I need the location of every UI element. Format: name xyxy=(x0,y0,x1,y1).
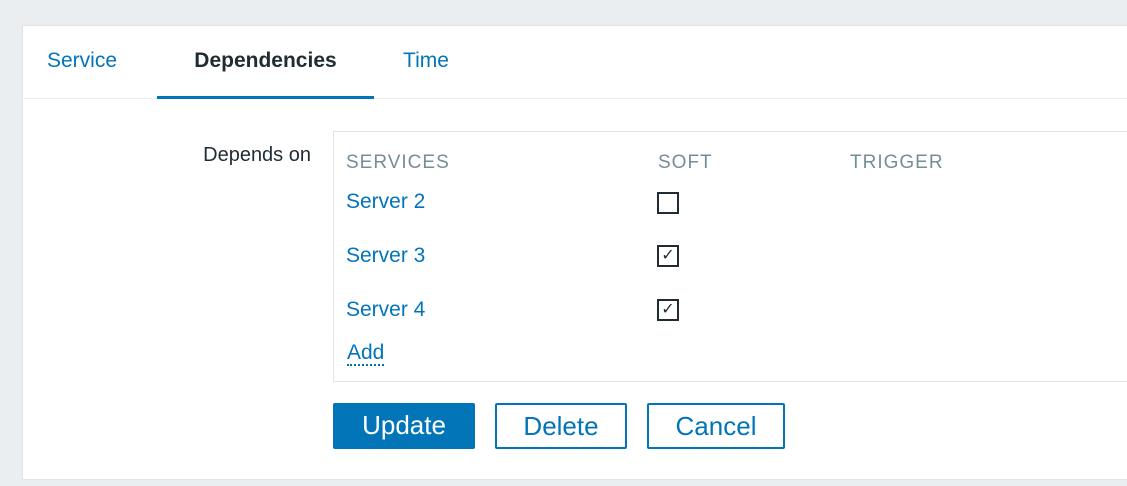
service-link-server-4[interactable]: Server 4 xyxy=(346,298,425,322)
column-header-trigger: TRIGGER xyxy=(850,152,944,173)
soft-checkbox-server-4[interactable]: ✓ xyxy=(657,299,679,321)
soft-checkbox-server-3[interactable]: ✓ xyxy=(657,245,679,267)
tab-dependencies[interactable]: Dependencies xyxy=(157,26,374,99)
tab-time[interactable]: Time xyxy=(385,26,467,99)
cancel-button[interactable]: Cancel xyxy=(647,403,785,449)
service-form-panel: Service Dependencies Time Depends on SER… xyxy=(22,25,1127,480)
update-button[interactable]: Update xyxy=(333,403,475,449)
column-header-soft: SOFT xyxy=(658,152,713,173)
column-header-services: SERVICES xyxy=(346,152,450,173)
tab-service[interactable]: Service xyxy=(47,26,157,99)
tab-bar: Service Dependencies Time xyxy=(23,26,1127,99)
service-link-server-3[interactable]: Server 3 xyxy=(346,244,425,268)
soft-checkbox-server-2[interactable] xyxy=(657,192,679,214)
depends-on-label: Depends on xyxy=(203,144,311,166)
add-dependency-link[interactable]: Add xyxy=(347,342,385,366)
service-link-server-2[interactable]: Server 2 xyxy=(346,190,425,214)
delete-button[interactable]: Delete xyxy=(495,403,627,449)
dependencies-table: SERVICES SOFT TRIGGER Server 2 Server 3 … xyxy=(333,131,1127,382)
